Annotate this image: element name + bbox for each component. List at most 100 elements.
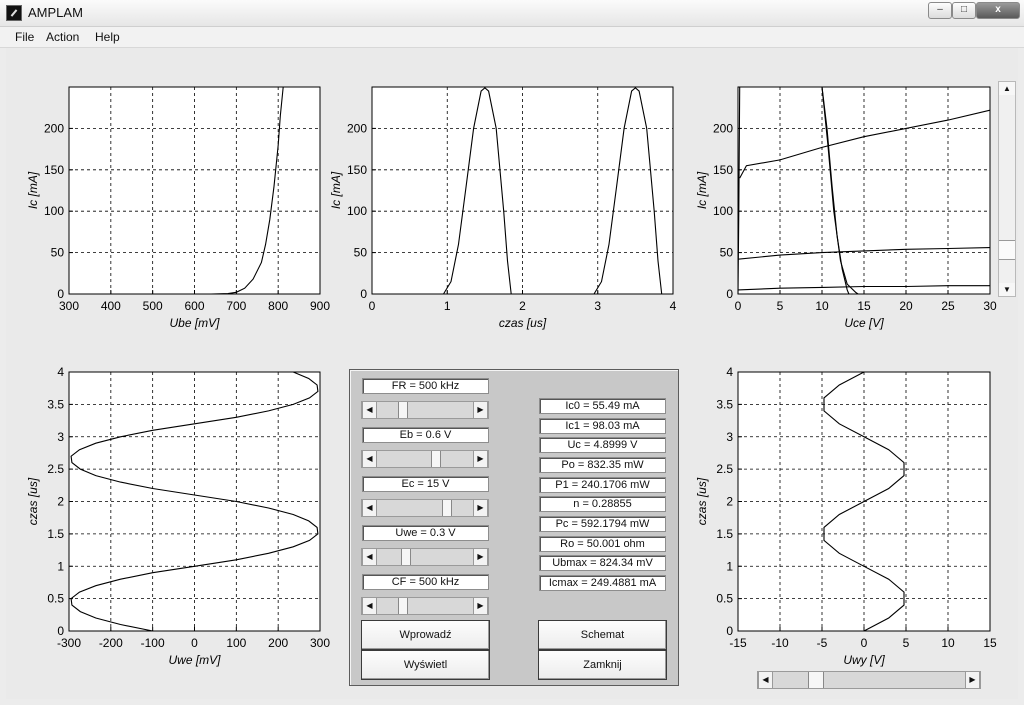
y-tick-label: 150	[713, 163, 733, 177]
y-tick-label: 3.5	[47, 397, 64, 411]
eb-slider[interactable]: ◀ ▶	[361, 450, 489, 468]
y-tick-label: 3	[57, 430, 64, 444]
y-tick-label: 2.5	[716, 462, 733, 476]
ic1-result: Ic1 = 98.03 mA	[539, 418, 666, 434]
y-tick-label: 1	[57, 559, 64, 573]
scroll-down-arrow-icon[interactable]: ▼	[999, 283, 1015, 296]
y-tick-label: 0.5	[716, 592, 733, 606]
y-tick-label: 2	[726, 495, 733, 509]
right-arrow-icon[interactable]: ▶	[965, 672, 980, 688]
scroll-up-arrow-icon[interactable]: ▲	[999, 82, 1015, 95]
y-tick-label: 4	[57, 365, 64, 379]
left-arrow-icon[interactable]: ◀	[362, 402, 377, 418]
x-tick-label: 600	[184, 299, 204, 313]
fr-slider[interactable]: ◀ ▶	[361, 401, 489, 419]
x-tick-label: 200	[268, 636, 288, 650]
y-axis-label: Ic [mA]	[329, 171, 343, 209]
right-arrow-icon[interactable]: ▶	[473, 598, 488, 614]
y-axis-label: Ic [mA]	[695, 171, 709, 209]
x-tick-label: 25	[941, 299, 955, 313]
x-axis-label: Ube [mV]	[169, 316, 220, 330]
y-tick-label: 150	[347, 163, 367, 177]
ubmax-result: Ubmax = 824.34 mV	[539, 555, 666, 571]
scroll-thumb[interactable]	[999, 240, 1015, 260]
x-tick-label: 0	[191, 636, 198, 650]
x-tick-label: 15	[857, 299, 871, 313]
x-axis-label: Uce [V]	[844, 316, 884, 330]
y-tick-label: 0	[57, 624, 64, 638]
schemat-button[interactable]: Schemat	[538, 620, 667, 650]
x-tick-label: -300	[57, 636, 81, 650]
x-tick-label: 3	[594, 299, 601, 313]
slider-thumb[interactable]	[398, 598, 408, 614]
y-tick-label: 0.5	[47, 592, 64, 606]
wyswietl-button[interactable]: Wyświetl	[361, 650, 490, 680]
x-tick-label: -100	[141, 636, 165, 650]
right-arrow-icon[interactable]: ▶	[473, 402, 488, 418]
zamknij-button[interactable]: Zamknij	[538, 650, 667, 680]
uwe-slider[interactable]: ◀ ▶	[361, 548, 489, 566]
x-tick-label: 900	[310, 299, 330, 313]
x-tick-label: -10	[771, 636, 789, 650]
ec-slider[interactable]: ◀ ▶	[361, 499, 489, 517]
y-tick-label: 4	[726, 365, 733, 379]
left-arrow-icon[interactable]: ◀	[362, 549, 377, 565]
x-tick-label: 0	[369, 299, 376, 313]
x-tick-label: 5	[903, 636, 910, 650]
cf-slider[interactable]: ◀ ▶	[361, 597, 489, 615]
x-tick-label: 0	[735, 299, 742, 313]
y-tick-label: 100	[713, 204, 733, 218]
y-tick-label: 200	[44, 121, 64, 135]
y-tick-label: 1.5	[716, 527, 733, 541]
pc-result: Pc = 592.1794 mW	[539, 516, 666, 532]
x-tick-label: 10	[815, 299, 829, 313]
wprowadz-button[interactable]: Wprowadź	[361, 620, 490, 650]
y-tick-label: 1.5	[47, 527, 64, 541]
n-result: n = 0.28855	[539, 496, 666, 512]
left-arrow-icon[interactable]: ◀	[758, 672, 773, 688]
x-tick-label: -200	[99, 636, 123, 650]
cf-label: CF = 500 kHz	[362, 574, 489, 590]
x-axis-label: Uwe [mV]	[168, 653, 221, 667]
y-tick-label: 2	[57, 495, 64, 509]
right-arrow-icon[interactable]: ▶	[473, 451, 488, 467]
ec-label: Ec = 15 V	[362, 476, 489, 492]
x-tick-label: 1	[444, 299, 451, 313]
right-vertical-scrollbar[interactable]: ▲ ▼	[998, 81, 1016, 297]
y-tick-label: 50	[51, 246, 65, 260]
slider-thumb[interactable]	[400, 549, 411, 565]
eb-label: Eb = 0.6 V	[362, 427, 489, 443]
y-tick-label: 0	[726, 287, 733, 301]
x-tick-label: 4	[670, 299, 677, 313]
x-tick-label: -5	[817, 636, 828, 650]
p1-result: P1 = 240.1706 mW	[539, 477, 666, 493]
left-arrow-icon[interactable]: ◀	[362, 598, 377, 614]
x-tick-label: 300	[59, 299, 79, 313]
x-tick-label: 2	[519, 299, 526, 313]
y-tick-label: 2.5	[47, 462, 64, 476]
y-axis-label: Ic [mA]	[26, 171, 40, 209]
left-arrow-icon[interactable]: ◀	[362, 451, 377, 467]
left-arrow-icon[interactable]: ◀	[362, 500, 377, 516]
x-axis-label: czas [us]	[499, 316, 547, 330]
bottom-slider[interactable]: ◀ ▶	[757, 671, 981, 689]
y-axis-label: czas [us]	[695, 477, 709, 525]
right-arrow-icon[interactable]: ▶	[473, 500, 488, 516]
right-arrow-icon[interactable]: ▶	[473, 549, 488, 565]
y-tick-label: 50	[354, 246, 368, 260]
x-axis-label: Uwy [V]	[843, 653, 885, 667]
y-tick-label: 3.5	[716, 397, 733, 411]
y-tick-label: 3	[726, 430, 733, 444]
x-tick-label: 700	[226, 299, 246, 313]
ic0-result: Ic0 = 55.49 mA	[539, 398, 666, 414]
x-tick-label: 800	[268, 299, 288, 313]
slider-thumb[interactable]	[442, 500, 452, 516]
x-tick-label: 5	[777, 299, 784, 313]
y-tick-label: 200	[347, 121, 367, 135]
y-tick-label: 200	[713, 121, 733, 135]
x-tick-label: -15	[729, 636, 747, 650]
slider-thumb[interactable]	[398, 402, 408, 418]
slider-thumb[interactable]	[430, 451, 441, 467]
x-tick-label: 400	[101, 299, 121, 313]
slider-thumb[interactable]	[807, 672, 824, 688]
